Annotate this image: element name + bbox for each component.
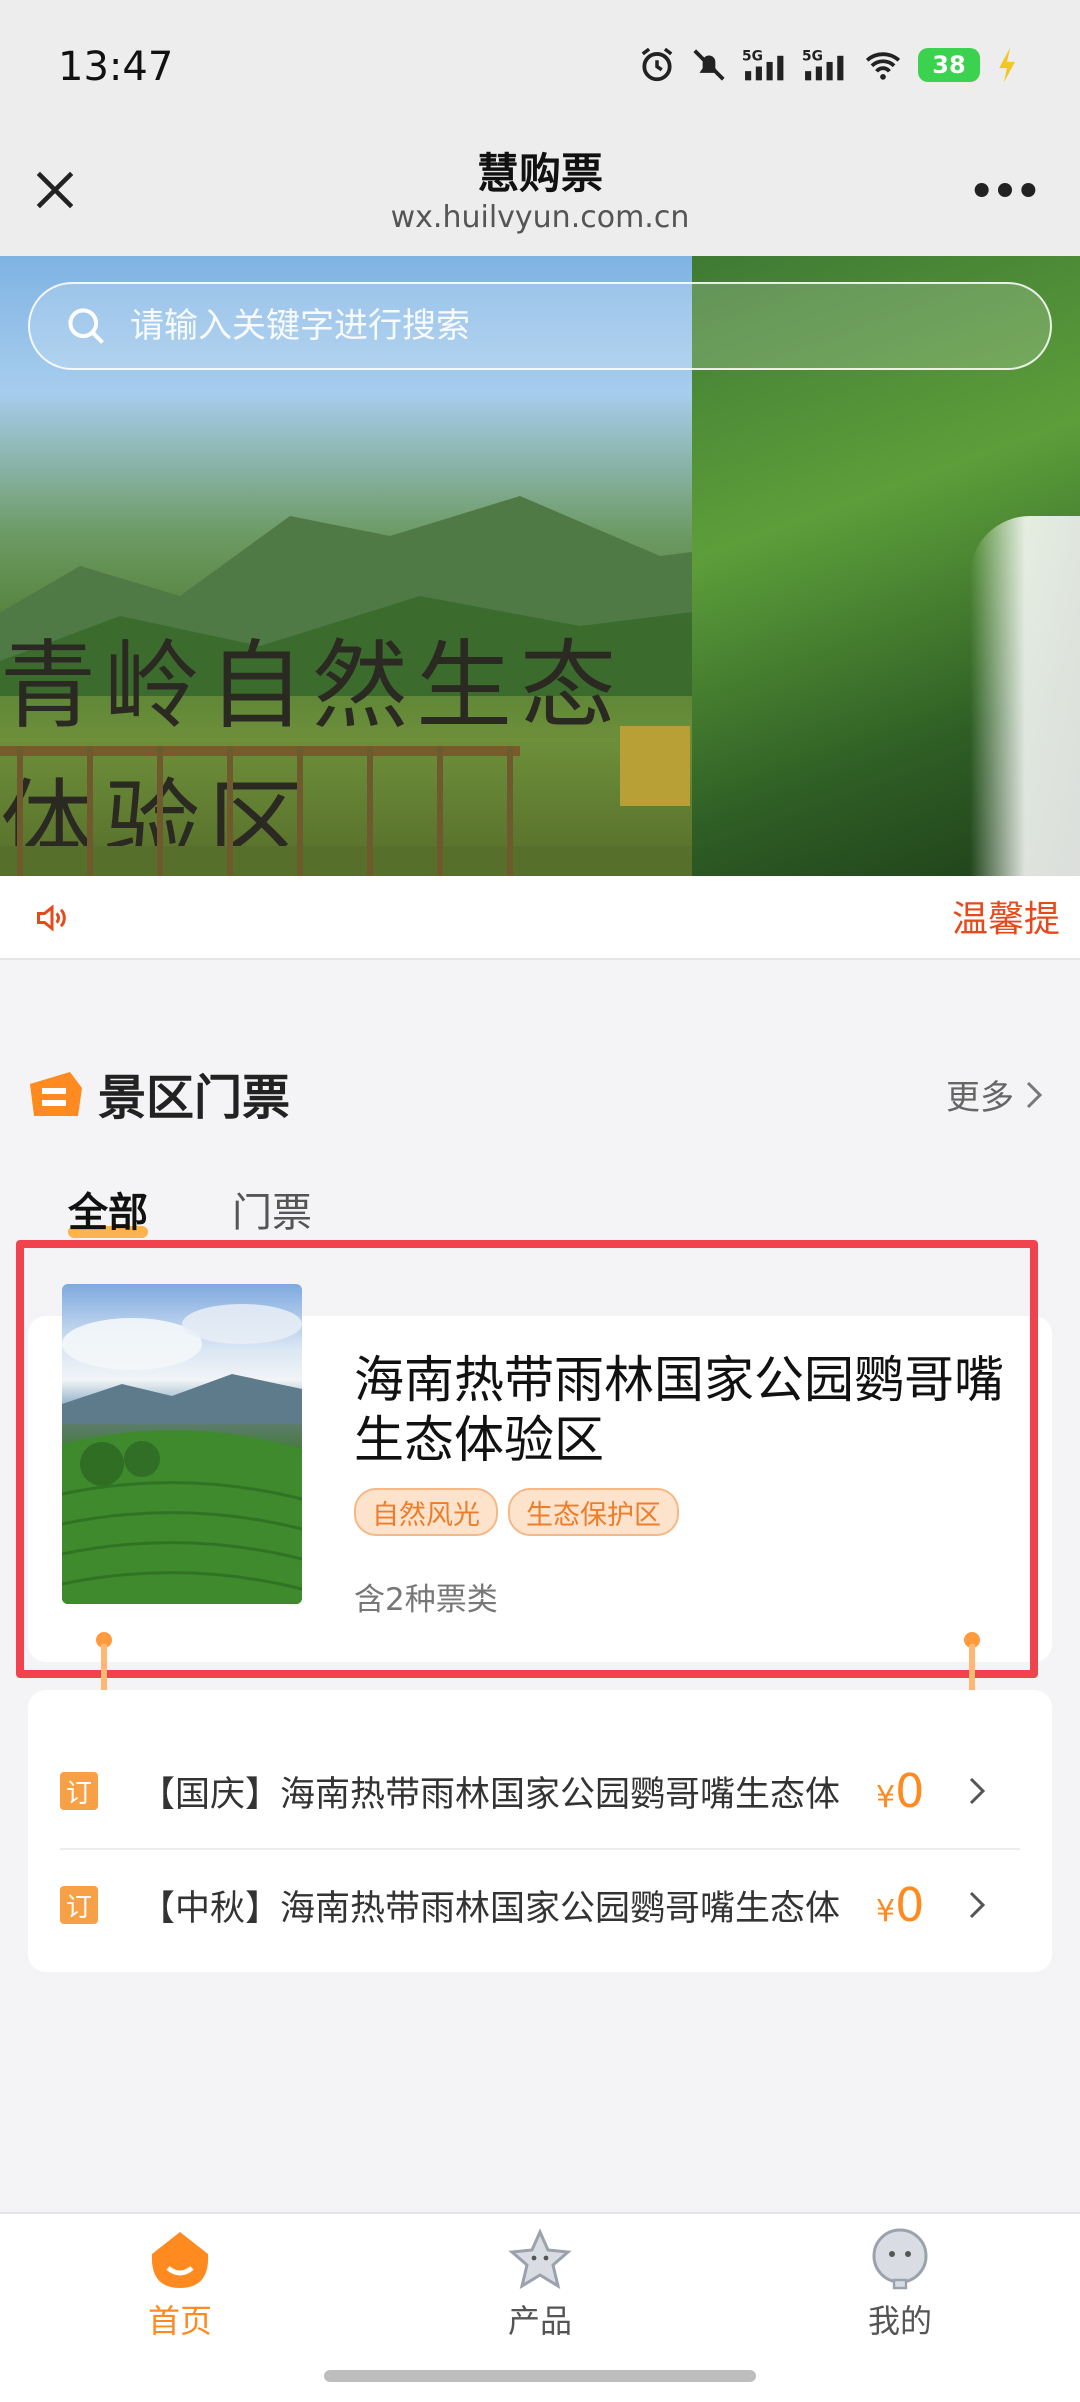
search-input[interactable] xyxy=(128,305,1012,347)
svg-text:5G: 5G xyxy=(802,48,823,64)
battery-indicator: 38 xyxy=(918,48,980,82)
speaker-icon xyxy=(37,904,66,932)
page-title: 慧购票 xyxy=(476,149,603,198)
page-url: wx.huilvyun.com.cn xyxy=(390,200,690,235)
nav-products[interactable]: 产品 xyxy=(430,2228,650,2342)
ticket-icon xyxy=(30,1072,82,1116)
more-link-label: 更多 xyxy=(946,1078,1014,1118)
ticket-row[interactable]: 订 【中秋】海南热带雨林国家公园鹦哥嘴生态体验区门票 ¥0 xyxy=(60,1850,1020,1960)
status-time: 13:47 xyxy=(58,44,174,90)
ticket-row[interactable]: 订 【国庆】海南热带雨林国家公园鹦哥嘴生态体验区门票 ¥0 xyxy=(60,1736,1020,1846)
chevron-right-icon xyxy=(970,1777,986,1805)
selection-highlight xyxy=(16,1240,1038,1678)
nav-profile-label: 我的 xyxy=(867,2302,932,2340)
nav-home-label: 首页 xyxy=(147,2302,212,2340)
wifi-icon xyxy=(865,52,901,80)
waterfall-graphic xyxy=(970,516,1080,876)
chevron-right-icon xyxy=(1026,1081,1043,1108)
tab-all[interactable]: 全部 xyxy=(68,1180,148,1238)
alarm-icon xyxy=(641,47,673,82)
notice-bar[interactable] xyxy=(0,876,1080,960)
order-badge: 订 xyxy=(60,1886,98,1924)
mute-bell-icon xyxy=(693,49,725,81)
search-bar[interactable] xyxy=(28,282,1052,370)
charging-icon xyxy=(999,47,1015,83)
search-icon xyxy=(68,308,104,344)
order-badge: 订 xyxy=(60,1772,98,1810)
signal-5g-icon: 5G xyxy=(742,48,784,81)
chevron-right-icon xyxy=(970,1891,986,1919)
fence-graphic xyxy=(0,726,692,876)
home-indicator[interactable] xyxy=(324,2370,756,2382)
tab-tickets[interactable]: 门票 xyxy=(232,1180,312,1238)
signal-5g-icon: 5G xyxy=(802,48,844,81)
nav-profile[interactable]: 我的 xyxy=(790,2228,1010,2342)
nav-home[interactable]: 首页 xyxy=(70,2228,290,2342)
ticket-name: 【国庆】海南热带雨林国家公园鹦哥嘴生态体验区门票 xyxy=(140,1774,840,1815)
nav-products-label: 产品 xyxy=(507,2302,572,2340)
svg-text:5G: 5G xyxy=(742,48,763,64)
profile-icon xyxy=(872,2228,928,2290)
more-link[interactable]: 更多 xyxy=(946,1070,1044,1119)
ticket-name: 【中秋】海南热带雨林国家公园鹦哥嘴生态体验区门票 xyxy=(140,1888,840,1929)
banner-carousel[interactable]: 青岭自然生态体验区 xyxy=(0,256,1080,876)
ticket-price: ¥0 xyxy=(876,1764,925,1818)
ticket-price: ¥0 xyxy=(876,1878,925,1932)
section-title: 景区门票 xyxy=(98,1070,291,1126)
more-options-icon[interactable] xyxy=(970,168,1040,212)
notice-text[interactable]: 温馨提 xyxy=(952,890,1060,942)
star-icon xyxy=(508,2228,572,2290)
home-icon xyxy=(151,2232,209,2288)
status-icons: 5G 5G 38 xyxy=(638,46,1020,84)
